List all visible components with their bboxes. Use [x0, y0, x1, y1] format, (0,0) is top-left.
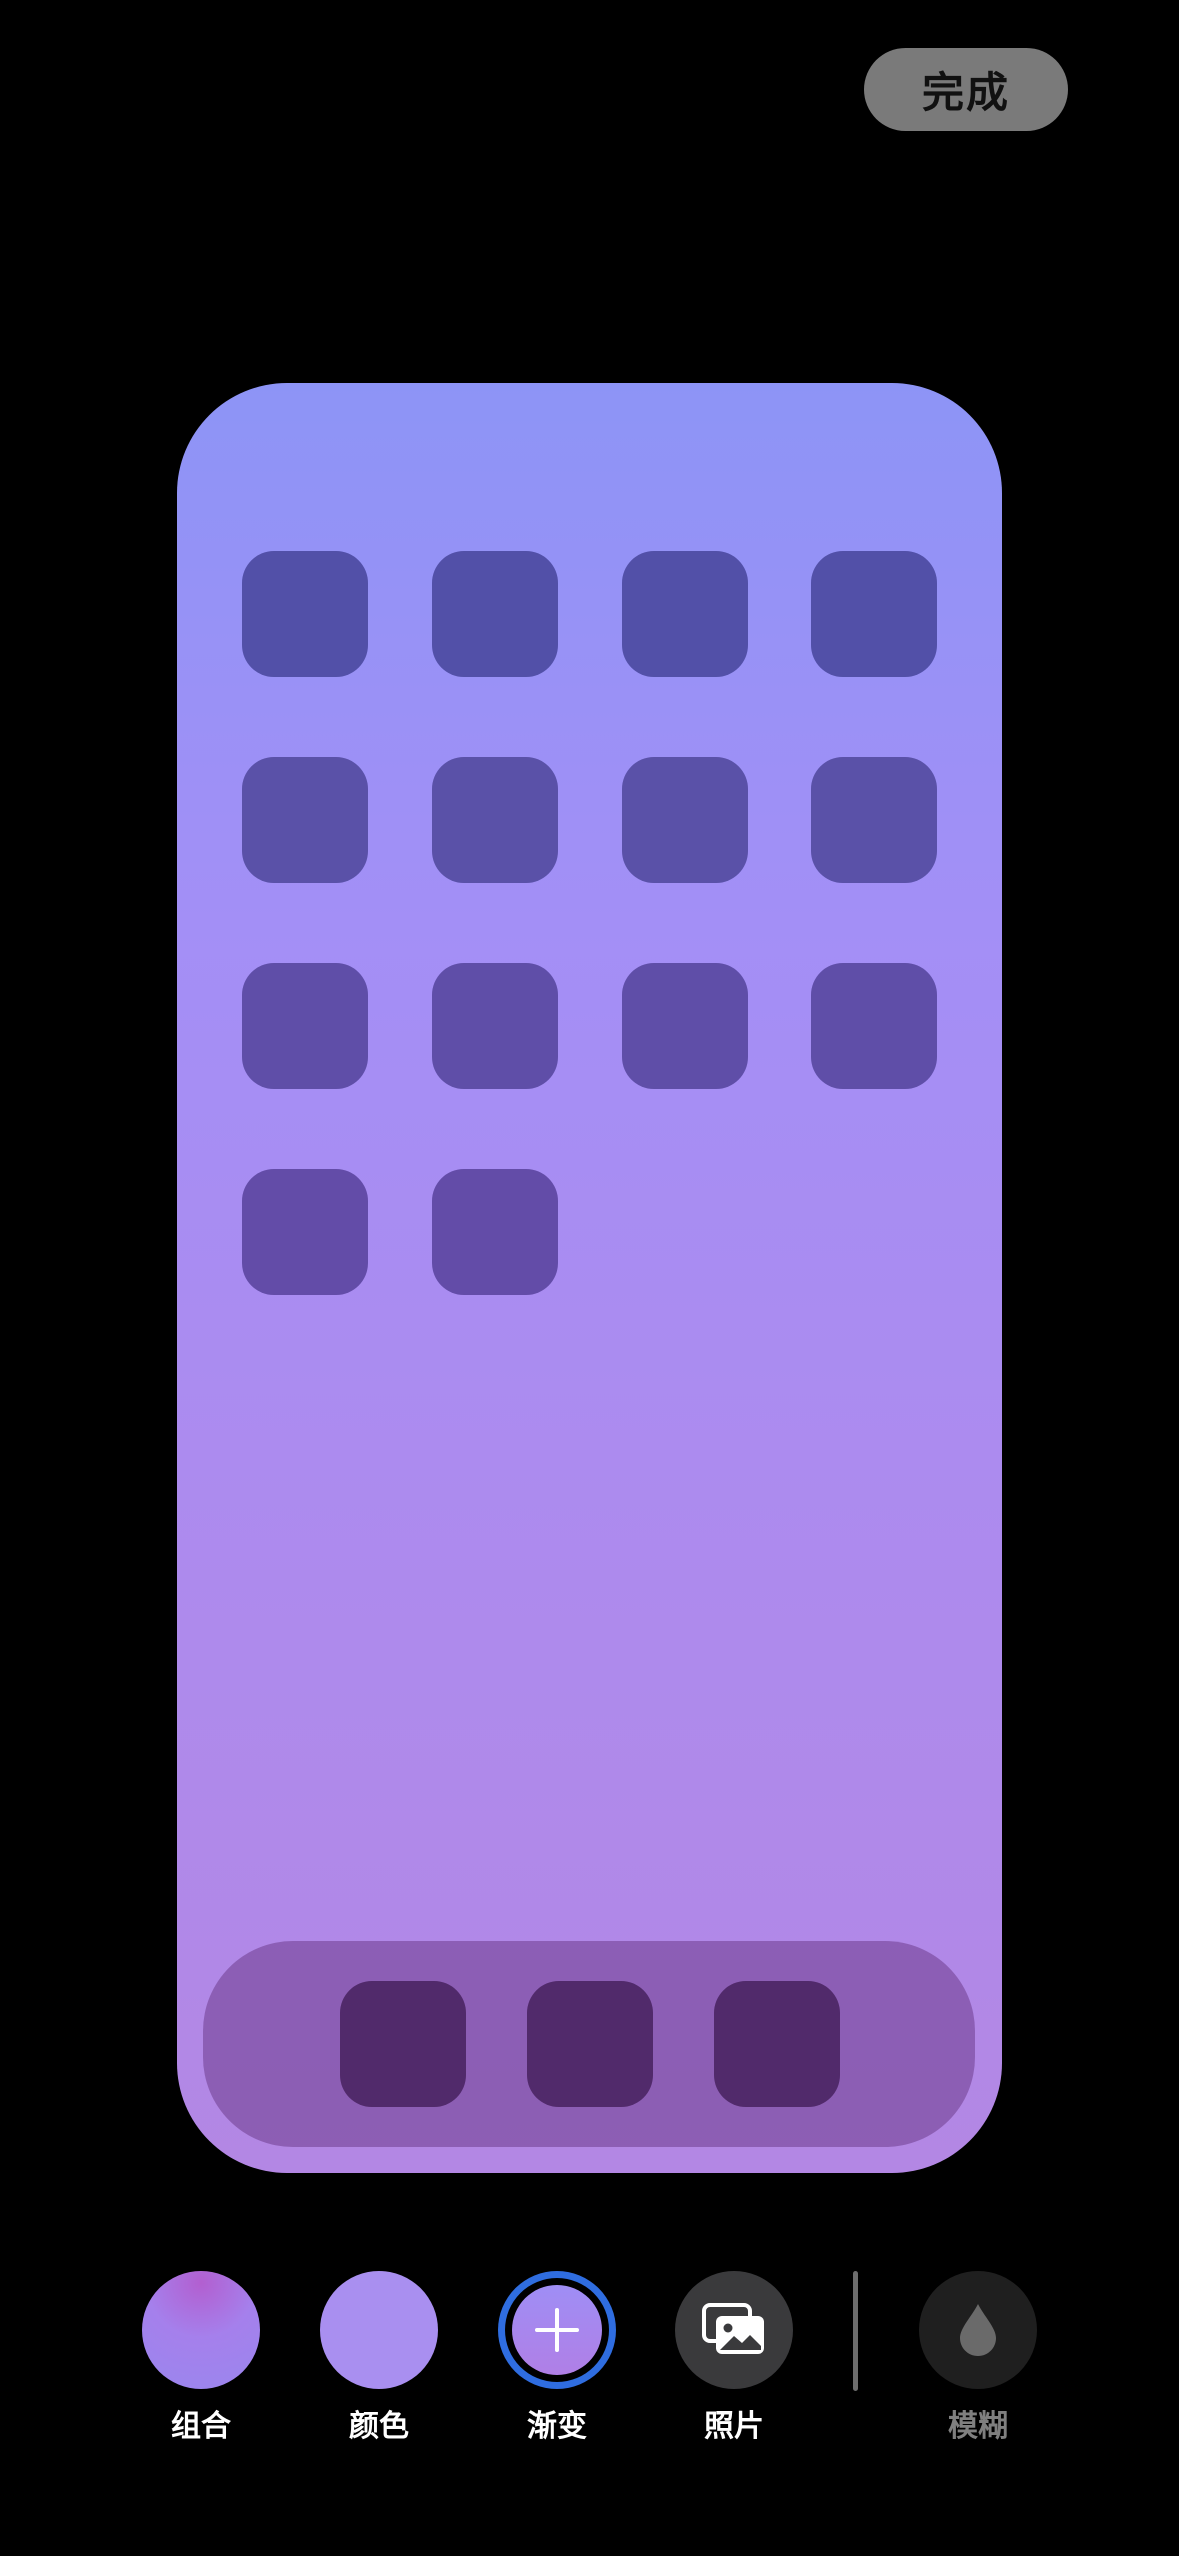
done-button[interactable]: 完成: [864, 48, 1068, 131]
app-icon-placeholder: [242, 963, 368, 1089]
photos-option-button[interactable]: [675, 2271, 793, 2389]
app-icon-placeholder: [242, 551, 368, 677]
wallpaper-preview: [177, 383, 1002, 2173]
photos-icon: [702, 2303, 764, 2354]
combo-option-button[interactable]: [142, 2271, 260, 2389]
dock-app-icon-placeholder: [714, 1981, 840, 2107]
photos-option-label: 照片: [704, 2409, 764, 2444]
app-icon-placeholder: [622, 963, 748, 1089]
app-icon-placeholder: [242, 1169, 368, 1295]
app-icon-placeholder: [432, 1169, 558, 1295]
gradient-swatch: [512, 2285, 602, 2375]
app-icon-placeholder: [432, 757, 558, 883]
color-option-button[interactable]: [320, 2271, 438, 2389]
gradient-option-inner: [505, 2278, 609, 2382]
app-icon-placeholder: [622, 551, 748, 677]
app-icon-placeholder: [432, 551, 558, 677]
blur-option-label: 模糊: [948, 2409, 1008, 2444]
dock-app-icon-placeholder: [527, 1981, 653, 2107]
combo-option-label: 组合: [171, 2409, 231, 2444]
app-icon-placeholder: [811, 757, 937, 883]
app-icon-placeholder: [811, 551, 937, 677]
app-icon-placeholder: [432, 963, 558, 1089]
color-option-label: 颜色: [349, 2409, 409, 2444]
dock-app-icon-placeholder: [340, 1981, 466, 2107]
gradient-option-label: 渐变: [527, 2409, 587, 2444]
app-icon-placeholder: [811, 963, 937, 1089]
gradient-option-button[interactable]: [498, 2271, 616, 2389]
dock: [203, 1941, 975, 2147]
plus-icon: [535, 2308, 579, 2352]
blur-option-button[interactable]: [919, 2271, 1037, 2389]
options-divider: [853, 2271, 858, 2391]
blur-drop-icon: [960, 2304, 996, 2356]
app-icon-placeholder: [242, 757, 368, 883]
app-icon-placeholder: [622, 757, 748, 883]
